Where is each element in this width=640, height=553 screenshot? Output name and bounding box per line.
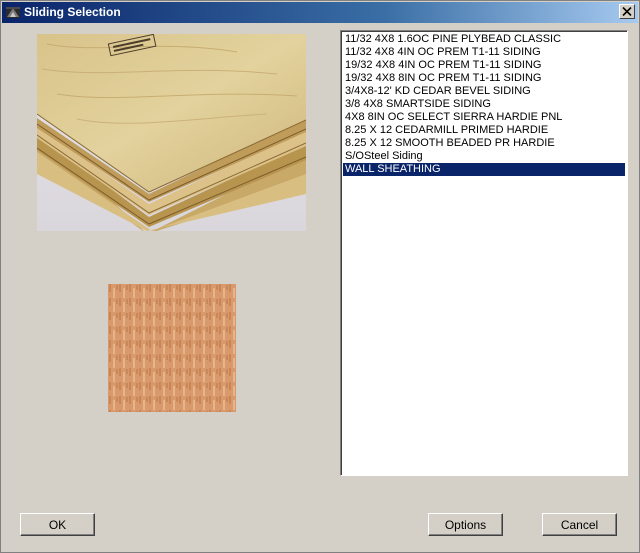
plywood-photo <box>37 34 306 231</box>
cancel-button[interactable]: Cancel <box>542 513 617 536</box>
dialog-window: Sliding Selection 11/32 4X8 1.6OC PINE P… <box>0 0 640 553</box>
app-icon[interactable] <box>5 4 21 20</box>
wood-texture-swatch <box>108 284 236 412</box>
list-item[interactable]: WALL SHEATHING <box>343 163 625 176</box>
ok-button[interactable]: OK <box>20 513 95 536</box>
list-item[interactable]: 11/32 4X8 1.6OC PINE PLYBEAD CLASSIC <box>343 33 625 46</box>
title-bar[interactable]: Sliding Selection <box>2 2 638 23</box>
list-item[interactable]: 3/8 4X8 SMARTSIDE SIDING <box>343 98 625 111</box>
close-icon <box>622 7 632 16</box>
siding-list: 11/32 4X8 1.6OC PINE PLYBEAD CLASSIC 11/3… <box>343 33 625 176</box>
list-item[interactable]: 11/32 4X8 4IN OC PREM T1-11 SIDING <box>343 46 625 59</box>
list-item[interactable]: 19/32 4X8 8IN OC PREM T1-11 SIDING <box>343 72 625 85</box>
close-button[interactable] <box>619 4 635 19</box>
window-title: Sliding Selection <box>24 5 121 19</box>
siding-listbox[interactable]: 11/32 4X8 1.6OC PINE PLYBEAD CLASSIC 11/3… <box>340 30 628 476</box>
list-item[interactable]: 4X8 8IN OC SELECT SIERRA HARDIE PNL <box>343 111 625 124</box>
list-item[interactable]: S/OSteel Siding <box>343 150 625 163</box>
options-button[interactable]: Options <box>428 513 503 536</box>
list-item[interactable]: 8.25 X 12 SMOOTH BEADED PR HARDIE <box>343 137 625 150</box>
list-item[interactable]: 8.25 X 12 CEDARMILL PRIMED HARDIE <box>343 124 625 137</box>
list-item[interactable]: 19/32 4X8 4IN OC PREM T1-11 SIDING <box>343 59 625 72</box>
list-item[interactable]: 3/4X8-12' KD CEDAR BEVEL SIDING <box>343 85 625 98</box>
